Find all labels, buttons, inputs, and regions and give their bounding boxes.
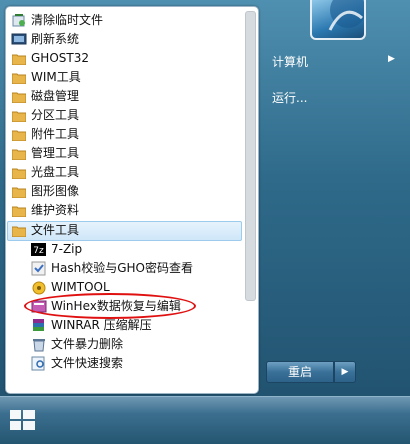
submenu-label: Hash校验与GHO密码查看	[51, 261, 194, 275]
arrow-right-icon: ▶	[341, 367, 349, 377]
user-picture	[310, 0, 366, 40]
submenu-item-7zip[interactable]: 7z 7-Zip	[6, 240, 242, 259]
folder-maintenance[interactable]: 维护资料	[6, 201, 242, 220]
taskbar	[0, 396, 410, 444]
folder-label: 维护资料	[31, 203, 80, 217]
scrollbar-thumb[interactable]	[245, 11, 256, 301]
folder-icon	[11, 166, 27, 180]
refresh-system-icon	[11, 32, 27, 47]
restart-label: 重启	[287, 365, 312, 379]
folder-ghost32[interactable]: GHOST32	[6, 49, 242, 68]
restart-button[interactable]: 重启	[266, 361, 334, 383]
folder-graphics[interactable]: 图形图像	[6, 182, 242, 201]
programs-list-panel: 清除临时文件 刷新系统 GHOST32 WIM工具 磁盘管理 分区工具 附件工具…	[5, 6, 259, 394]
folder-label: 管理工具	[31, 146, 80, 160]
folder-icon	[11, 147, 27, 161]
submenu-item-hash[interactable]: Hash校验与GHO密码查看	[6, 259, 242, 278]
right-item-run[interactable]: 运行...	[272, 89, 307, 106]
folder-icon	[11, 185, 27, 199]
folder-label: 图形图像	[31, 184, 80, 198]
wimtool-icon	[31, 280, 47, 295]
folder-icon	[11, 90, 27, 104]
hash-icon	[31, 261, 47, 276]
menu-item-label: 清除临时文件	[31, 13, 104, 27]
folder-accessory-tools[interactable]: 附件工具	[6, 125, 242, 144]
folder-label: 光盘工具	[31, 165, 80, 179]
right-item-computer[interactable]: 计算机	[272, 53, 308, 70]
folder-disk-management[interactable]: 磁盘管理	[6, 87, 242, 106]
submenu-label: 7-Zip	[51, 242, 83, 256]
submenu-arrow-icon: ▶	[388, 54, 395, 64]
folder-label: 磁盘管理	[31, 89, 80, 103]
folder-open-icon	[11, 224, 27, 238]
submenu-item-file-search[interactable]: 文件快速搜索	[6, 354, 242, 373]
folder-disc-tools[interactable]: 光盘工具	[6, 163, 242, 182]
submenu-item-force-delete[interactable]: 文件暴力删除	[6, 335, 242, 354]
search-icon	[31, 356, 47, 371]
folder-file-tools[interactable]: 文件工具	[6, 221, 242, 240]
right-item-label: 运行...	[272, 91, 308, 105]
folder-icon	[11, 71, 27, 85]
windows-logo-icon	[10, 410, 35, 430]
shutdown-options-button[interactable]: ▶	[334, 361, 356, 383]
right-item-label: 计算机	[272, 55, 309, 69]
folder-label: 文件工具	[31, 223, 80, 237]
7zip-icon: 7z	[31, 242, 47, 257]
svg-text:7z: 7z	[33, 246, 44, 256]
annotation-ellipse	[24, 293, 196, 319]
folder-partition-tools[interactable]: 分区工具	[6, 106, 242, 125]
folder-wim-tools[interactable]: WIM工具	[6, 68, 242, 87]
folder-icon	[11, 128, 27, 142]
menu-item-refresh-system[interactable]: 刷新系统	[6, 30, 242, 49]
delete-icon	[31, 337, 47, 352]
folder-label: 分区工具	[31, 108, 80, 122]
start-button[interactable]	[6, 404, 40, 436]
clean-icon	[11, 13, 27, 28]
submenu-item-winrar[interactable]: WINRAR 压缩解压	[6, 316, 242, 335]
submenu-label: 文件暴力删除	[51, 337, 124, 351]
folder-label: WIM工具	[31, 70, 81, 84]
folder-icon	[11, 52, 27, 66]
folder-label: GHOST32	[31, 51, 89, 65]
menu-item-label: 刷新系统	[31, 32, 80, 46]
submenu-label: 文件快速搜索	[51, 356, 124, 370]
folder-label: 附件工具	[31, 127, 80, 141]
folder-admin-tools[interactable]: 管理工具	[6, 144, 242, 163]
folder-icon	[11, 204, 27, 218]
folder-icon	[11, 109, 27, 123]
menu-item-clear-temp[interactable]: 清除临时文件	[6, 11, 242, 30]
winrar-icon	[31, 318, 47, 333]
